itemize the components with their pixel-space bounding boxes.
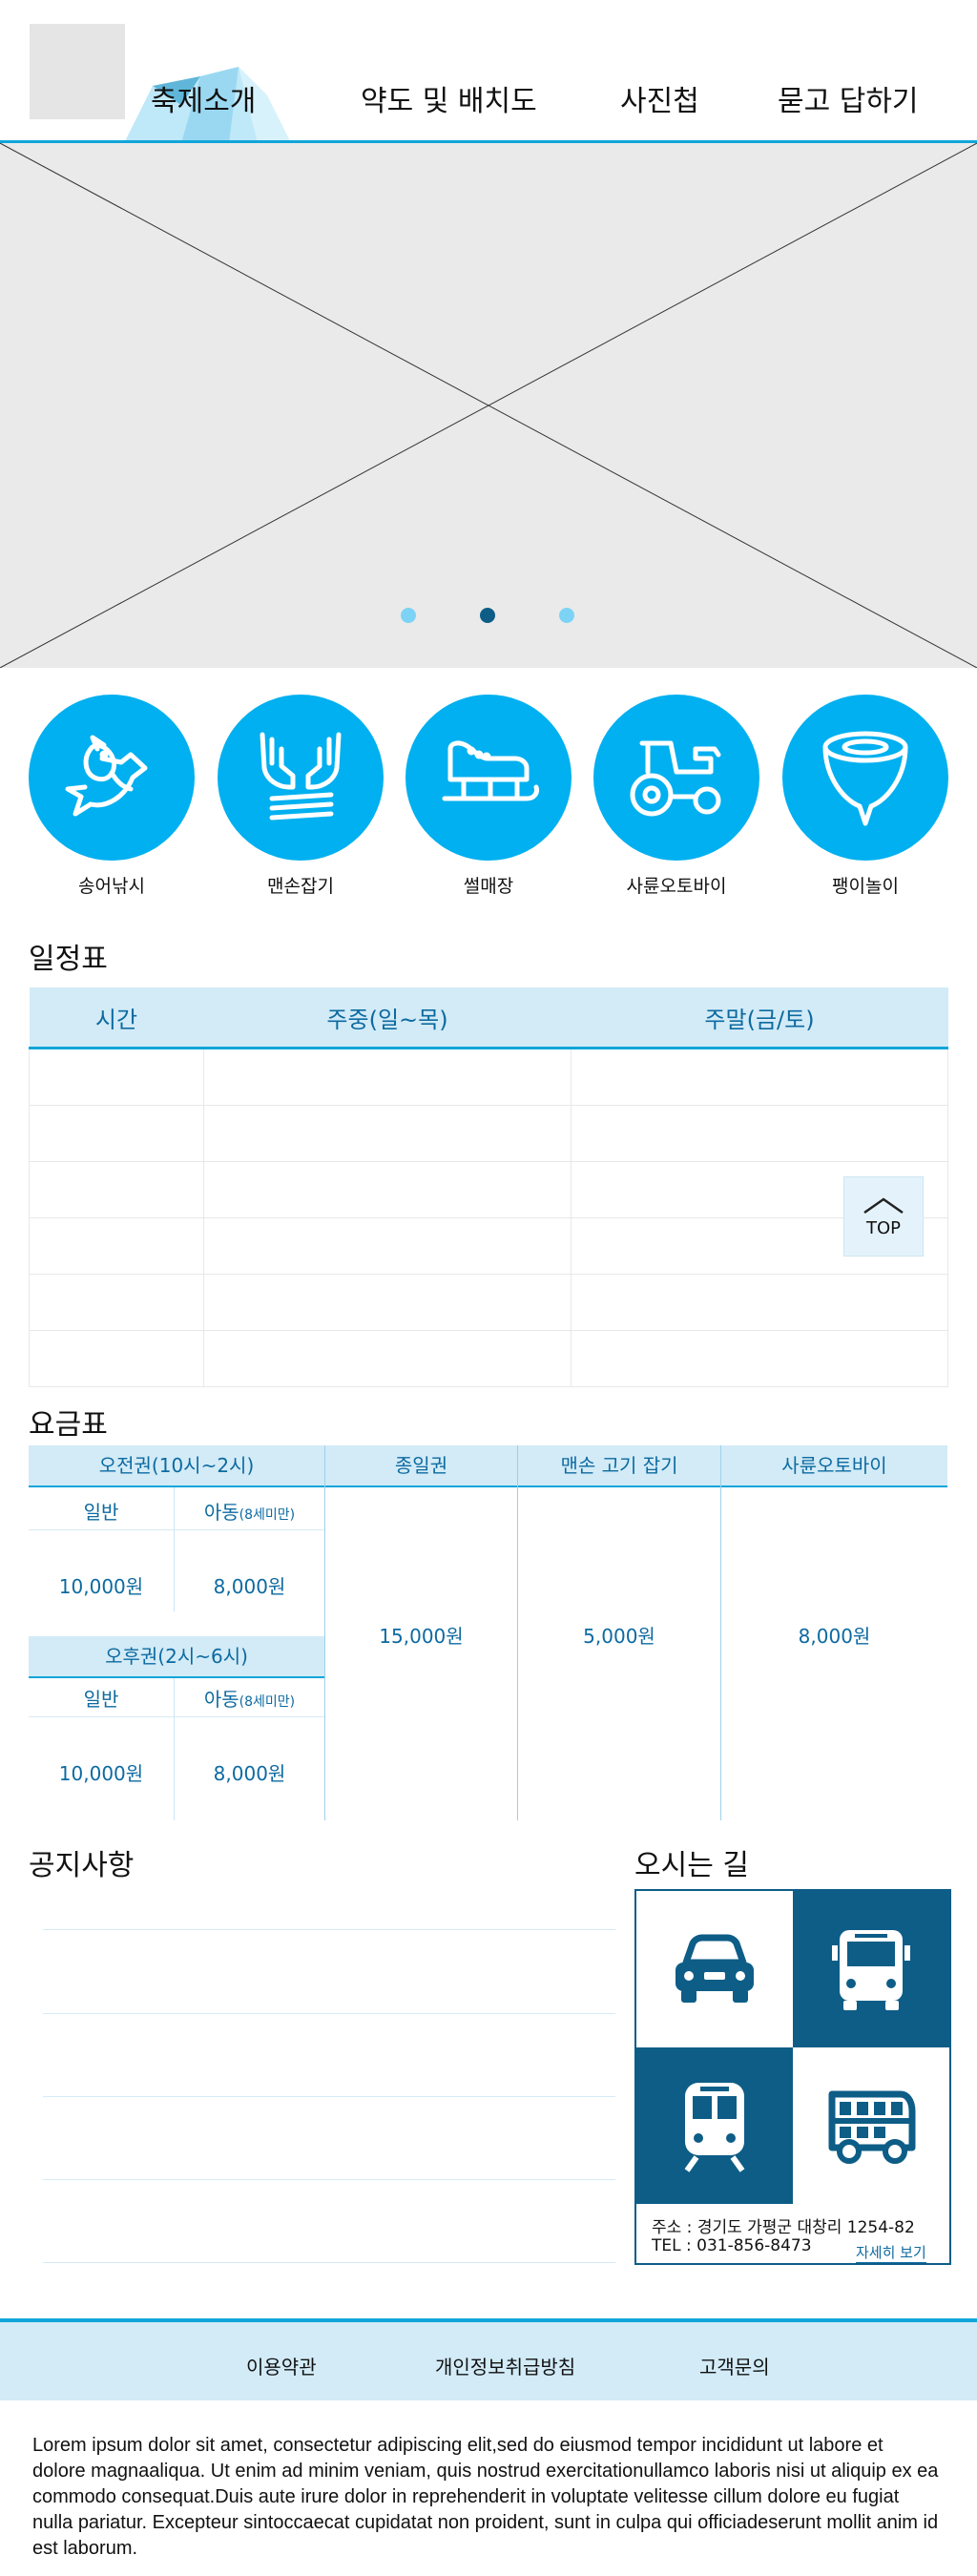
activity-label: 팽이놀이 [832,876,899,897]
fee-atv-price: 8,000원 [798,1625,871,1648]
car-icon [676,1934,754,2003]
tractor-icon [630,740,721,817]
directions-more-link[interactable]: 자세히 보기 [856,2242,926,2263]
schedule-table: 시간 주중(일~목) 주말(금/토) [29,987,948,1387]
schedule-col-weekday: 주중(일~목) [203,987,572,1049]
fee-afternoon-adult-price: 10,000원 [58,1762,144,1785]
fee-head-morning: 오전권(10시~2시) [29,1445,324,1487]
activity-hand-catching[interactable] [218,695,384,861]
activity-sled[interactable] [405,695,572,861]
directions-tel: TEL : 031-856-8473 [652,2236,812,2255]
slide-dot-2-active[interactable] [480,608,495,623]
table-row [29,1048,948,1106]
footer-text: Lorem ipsum dolor sit amet, consectetur … [32,2435,939,2559]
table-row [29,1217,948,1275]
directions-address: 주소 : 경기도 가평군 대창리 1254-82 [652,2218,915,2237]
fee-head-handcatch: 맨손 고기 잡기 [518,1445,720,1487]
fish-icon [65,735,148,817]
notice-divider [43,1929,615,1930]
schedule-title: 일정표 [29,943,108,976]
hands-icon [260,732,342,821]
footer-contact-link[interactable]: 고객문의 [699,2352,770,2379]
fee-morning-adult: 일반 [83,1501,119,1524]
fee-afternoon-child-price: 8,000원 [213,1762,286,1785]
bus-icon [832,1930,910,2010]
car-option[interactable] [636,1891,793,2047]
hero-banner-placeholder [0,143,977,668]
double-decker-option[interactable] [793,2047,949,2204]
directions-title: 오시는 길 [634,1849,749,1882]
schedule-col-time: 시간 [29,987,204,1049]
table-row [29,1161,948,1218]
activity-label: 썰매장 [463,876,514,897]
notices-title: 공지사항 [29,1849,135,1882]
logo[interactable] [30,24,125,119]
notice-divider [43,2179,615,2180]
activity-trout-fishing[interactable] [29,695,195,861]
activity-atv[interactable] [593,695,759,861]
notice-divider [43,2013,615,2014]
table-row [29,1105,948,1162]
fee-head-fullday: 종일권 [325,1445,517,1487]
nav-photo-album[interactable]: 사진첩 [620,88,699,116]
fee-afternoon-adult: 일반 [83,1688,119,1711]
directions-box: 주소 : 경기도 가평군 대창리 1254-82 TEL : 031-856-8… [634,1889,951,2265]
sled-icon [442,740,539,801]
activity-spinning-top[interactable] [782,695,948,861]
fee-morning-child: 아동(8세미만) [203,1501,296,1524]
table-row [29,1274,948,1331]
fee-morning-child-price: 8,000원 [213,1575,286,1598]
fee-head-afternoon: 오후권(2시~6시) [29,1636,324,1678]
train-option[interactable] [636,2047,793,2204]
nav-festival-intro[interactable]: 축제소개 [151,88,256,116]
double-decker-bus-icon [828,2090,916,2164]
fee-fullday-price: 15,000원 [379,1625,464,1648]
nav-qna[interactable]: 묻고 답하기 [778,88,919,116]
footer-privacy-link[interactable]: 개인정보취급방침 [435,2352,575,2379]
scroll-top-button[interactable]: TOP [843,1176,924,1257]
footer-terms-link[interactable]: 이용약관 [246,2352,317,2379]
table-row [29,1330,948,1387]
chevron-up-icon [863,1196,904,1214]
fees-title: 요금표 [29,1408,108,1442]
fee-table: 오전권(10시~2시) 종일권 맨손 고기 잡기 사륜오토바이 일반 아동(8세… [29,1445,947,1820]
fee-head-atv: 사륜오토바이 [721,1445,947,1487]
fee-morning-adult-price: 10,000원 [58,1575,144,1598]
schedule-col-weekend: 주말(금/토) [571,987,948,1049]
spinning-top-icon [822,731,908,826]
activity-label: 맨손잡기 [267,876,334,897]
fee-handcatch-price: 5,000원 [583,1625,655,1648]
nav-map-layout[interactable]: 약도 및 배치도 [361,88,537,116]
activity-label: 사륜오토바이 [626,876,727,897]
slide-dot-3[interactable] [559,608,574,623]
fee-afternoon-child: 아동(8세미만) [203,1688,296,1711]
slide-dot-1[interactable] [401,608,416,623]
notice-divider [43,2096,615,2097]
activity-label: 송어낚시 [78,876,145,897]
train-icon [684,2083,745,2172]
notice-divider [43,2262,615,2263]
scroll-top-label: TOP [865,1217,902,1238]
bus-option[interactable] [793,1891,949,2047]
